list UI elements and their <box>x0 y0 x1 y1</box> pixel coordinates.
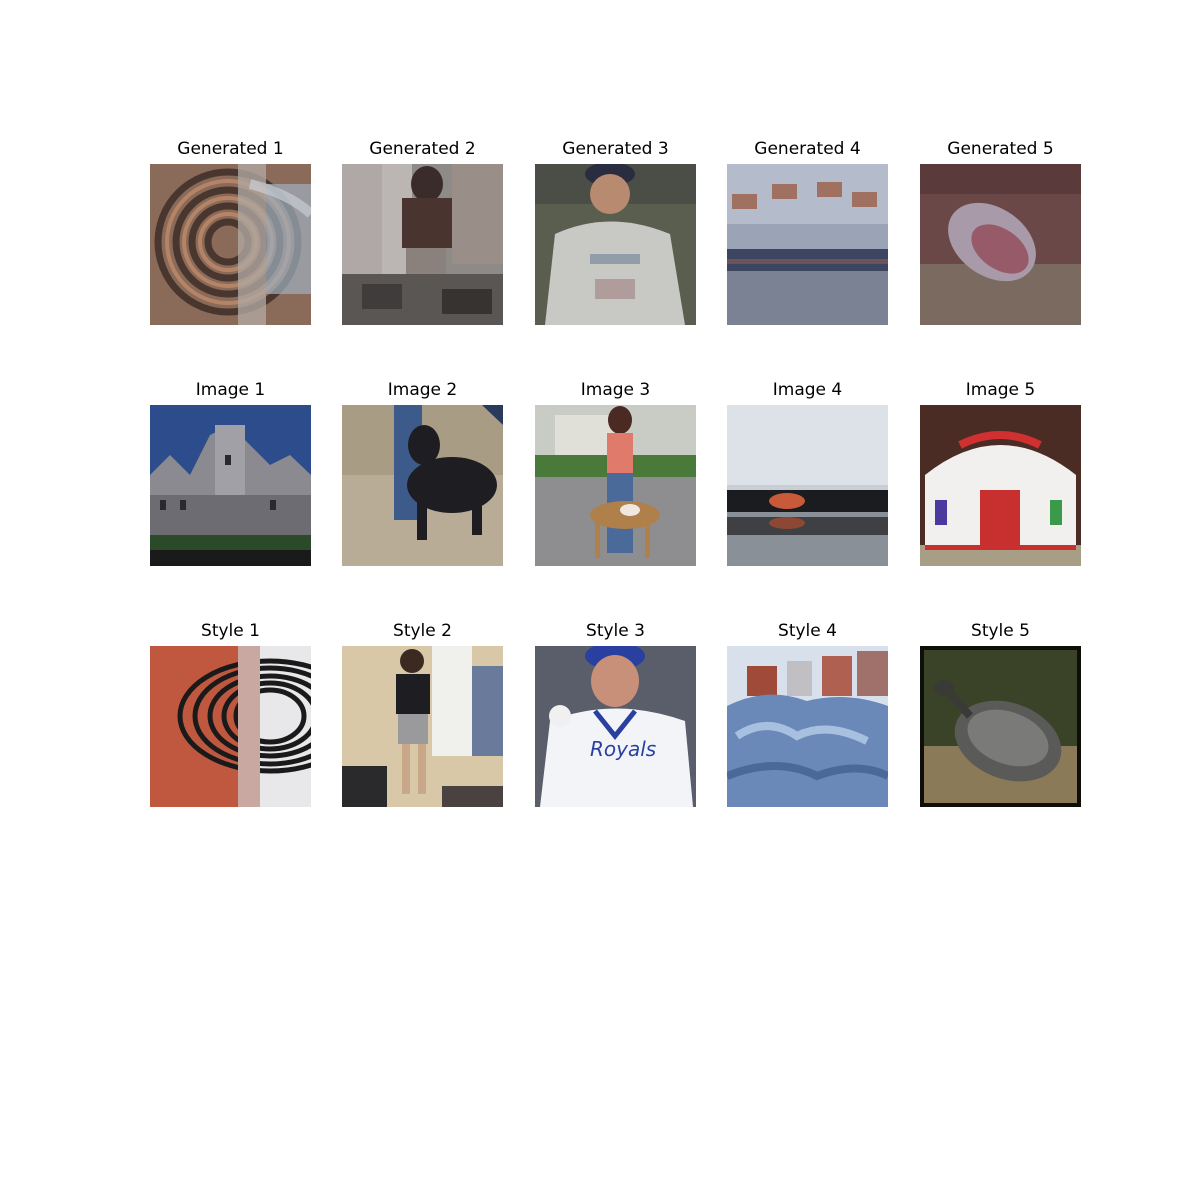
panel-title: Style 3 <box>586 621 645 641</box>
panel-title: Image 2 <box>387 380 458 400</box>
generated-image-4 <box>727 164 888 325</box>
style-image-2 <box>342 646 503 807</box>
panel-title: Image 4 <box>772 380 843 400</box>
content-image-1 <box>150 405 311 566</box>
style-image-1 <box>150 646 311 807</box>
generated-image-3 <box>535 164 696 325</box>
style-image-3: Royals <box>535 646 696 807</box>
generated-image-2 <box>342 164 503 325</box>
panel-title: Image 1 <box>195 380 266 400</box>
panel-title: Generated 3 <box>562 139 669 159</box>
panel-title: Style 5 <box>971 621 1030 641</box>
figure-grid: Generated 1 Generated 2 Generated 3 Gene… <box>0 0 1200 1200</box>
content-image-3 <box>535 405 696 566</box>
jersey-text: Royals <box>590 737 656 761</box>
style-image-5 <box>920 646 1081 807</box>
panel-title: Style 1 <box>201 621 260 641</box>
content-image-5 <box>920 405 1081 566</box>
generated-image-5 <box>920 164 1081 325</box>
content-image-4 <box>727 405 888 566</box>
content-image-2 <box>342 405 503 566</box>
panel-title: Image 3 <box>580 380 651 400</box>
style-image-4 <box>727 646 888 807</box>
panel-title: Generated 4 <box>754 139 861 159</box>
panel-title: Style 2 <box>393 621 452 641</box>
generated-image-1 <box>150 164 311 325</box>
panel-title: Generated 5 <box>947 139 1054 159</box>
panel-title: Generated 1 <box>177 139 284 159</box>
panel-title: Image 5 <box>965 380 1036 400</box>
panel-title: Generated 2 <box>369 139 476 159</box>
panel-title: Style 4 <box>778 621 837 641</box>
